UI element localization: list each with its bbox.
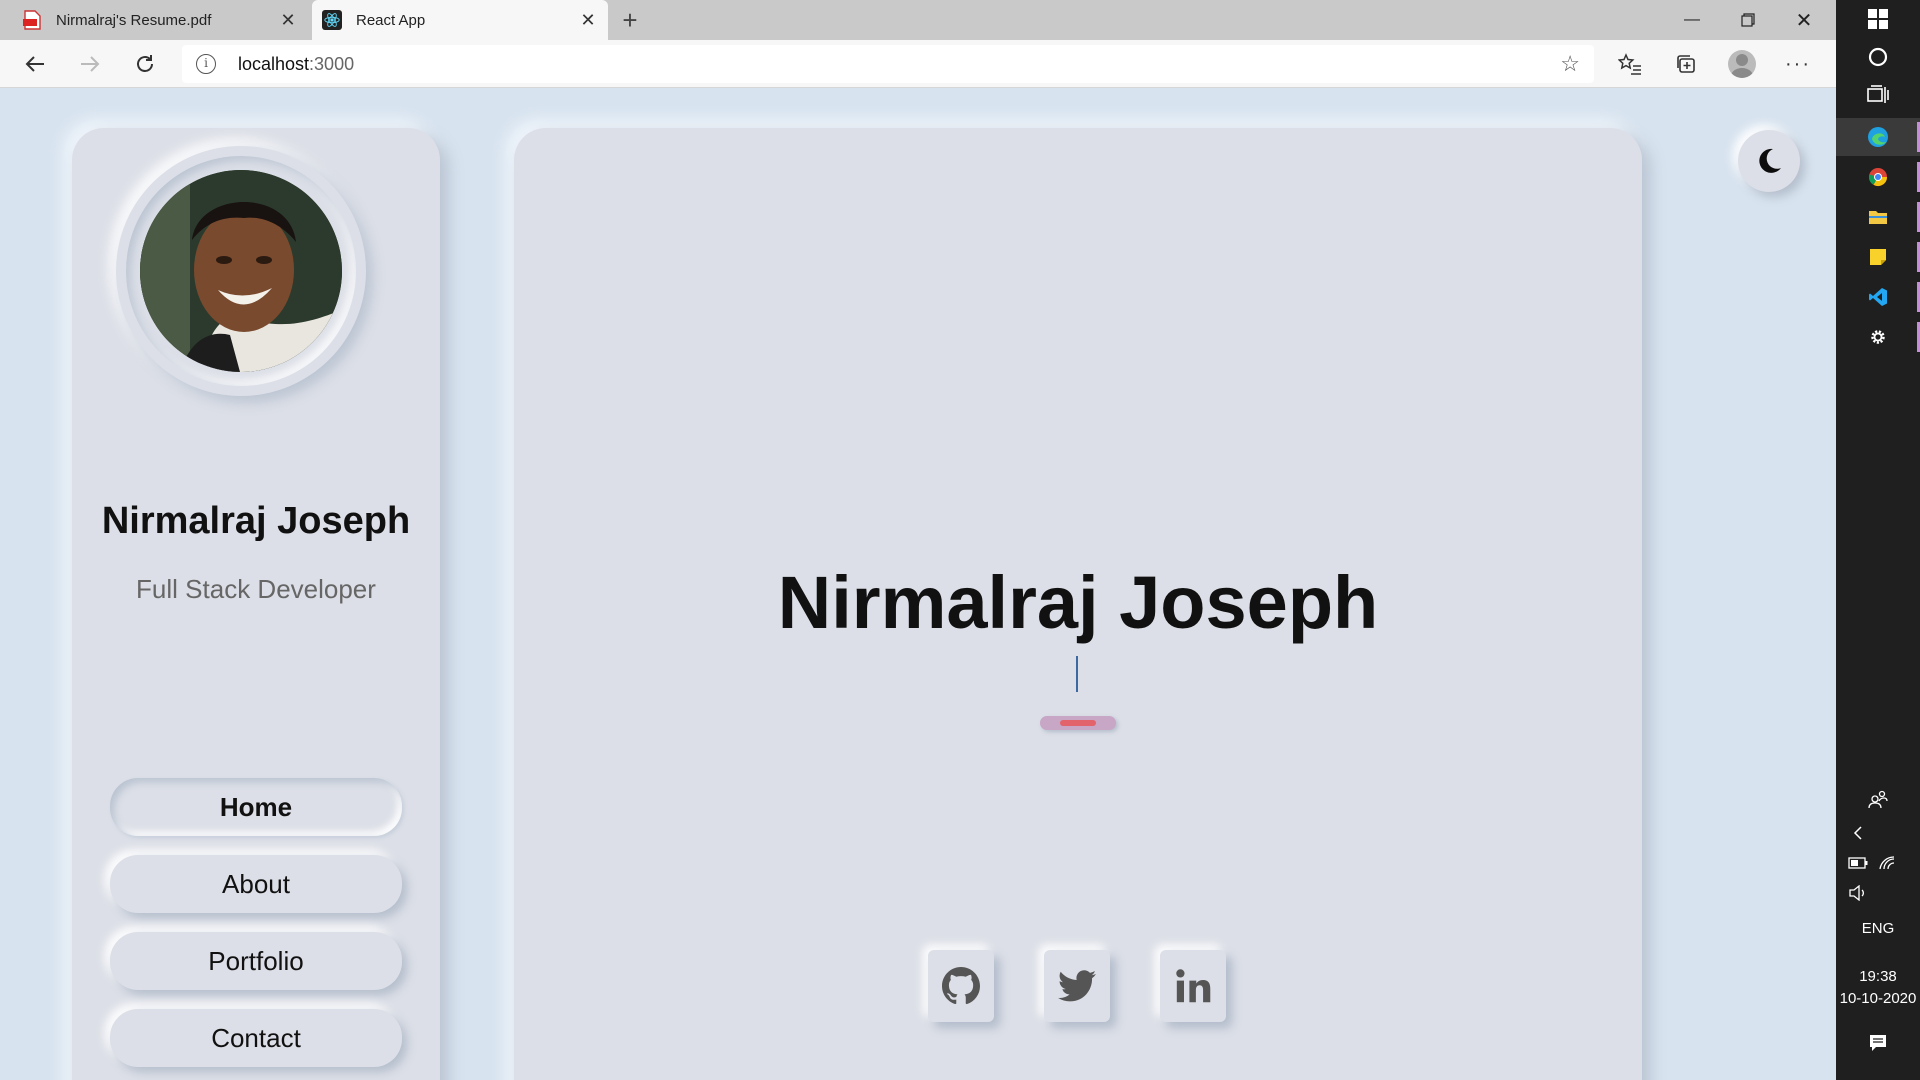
refresh-button[interactable]	[127, 46, 163, 82]
page-viewport: Nirmalraj Joseph Full Stack Developer Ho…	[0, 88, 1836, 1080]
accent-divider	[1040, 716, 1116, 730]
github-link[interactable]	[928, 950, 994, 1022]
forward-arrow-icon	[81, 56, 100, 72]
collections-button[interactable]	[1668, 46, 1704, 82]
twitter-link[interactable]	[1044, 950, 1110, 1022]
edge-icon	[1868, 127, 1888, 147]
nav-portfolio-button[interactable]: Portfolio	[110, 932, 402, 990]
react-icon	[322, 10, 342, 30]
last-name-highlight: Joseph	[277, 500, 411, 542]
taskbar-chrome[interactable]	[1836, 158, 1920, 196]
favorite-star-icon[interactable]: ☆	[1560, 51, 1580, 77]
address-bar[interactable]: i localhost:3000 ☆	[182, 45, 1594, 83]
vscode-icon	[1869, 288, 1887, 306]
windows-logo-icon	[1868, 9, 1888, 29]
tab-title: React App	[356, 11, 426, 29]
profile-button[interactable]	[1724, 46, 1760, 82]
folder-icon	[1869, 211, 1887, 224]
info-icon[interactable]: i	[196, 54, 216, 74]
linkedin-link[interactable]	[1160, 950, 1226, 1022]
typing-caret	[1076, 656, 1078, 692]
people-button[interactable]	[1836, 780, 1920, 818]
favorites-button[interactable]	[1612, 46, 1648, 82]
sticky-notes-icon	[1870, 249, 1886, 265]
collections-icon	[1677, 55, 1695, 73]
notification-icon	[1870, 1035, 1886, 1051]
close-window-button[interactable]: ✕	[1776, 0, 1832, 40]
hero-card: Nirmalraj Joseph	[514, 128, 1642, 1080]
clock-date[interactable]: 10-10-2020	[1836, 990, 1920, 1007]
sidebar: Nirmalraj Joseph Full Stack Developer Ho…	[72, 128, 440, 1080]
taskbar-vscode[interactable]	[1836, 278, 1920, 316]
cortana-circle-icon	[1868, 47, 1888, 67]
new-tab-button[interactable]: +	[614, 4, 646, 36]
speaker-icon	[1849, 885, 1864, 901]
forward-button[interactable]	[72, 46, 108, 82]
profile-photo	[140, 170, 342, 372]
language-indicator[interactable]: ENG	[1836, 920, 1920, 937]
profile-avatar	[1728, 50, 1756, 78]
nav-about-button[interactable]: About	[110, 855, 402, 913]
pdf-icon	[22, 10, 42, 30]
gear-icon	[1871, 330, 1885, 344]
close-icon[interactable]: ✕	[574, 10, 602, 31]
tab-title: Nirmalraj's Resume.pdf	[56, 11, 212, 29]
job-title: Full Stack Developer	[136, 574, 376, 604]
taskbar-edge[interactable]	[1836, 118, 1920, 156]
back-arrow-icon	[25, 56, 44, 72]
nav-contact-button[interactable]: Contact	[110, 1009, 402, 1067]
taskbar-file-explorer[interactable]	[1836, 198, 1920, 236]
minimize-button[interactable]: —	[1664, 0, 1720, 40]
taskbar-settings[interactable]	[1836, 318, 1920, 356]
back-button[interactable]	[17, 46, 53, 82]
windows-taskbar: ENG 19:38 10-10-2020	[1836, 0, 1920, 1080]
search-button[interactable]	[1836, 38, 1920, 76]
profile-photo-frame	[116, 146, 366, 396]
restore-button[interactable]	[1720, 0, 1776, 40]
tab-resume-pdf[interactable]: Nirmalraj's Resume.pdf ✕	[0, 0, 308, 40]
url-host: localhost	[238, 53, 310, 74]
nav-home-button[interactable]: Home	[110, 778, 402, 836]
moon-icon	[1759, 148, 1781, 173]
url-port: :3000	[309, 53, 355, 74]
favorites-list-icon	[1618, 53, 1641, 75]
chrome-icon	[1868, 168, 1887, 187]
profile-photo-inner	[126, 156, 356, 386]
github-icon	[942, 967, 980, 1005]
taskbar-sticky-notes[interactable]	[1836, 238, 1920, 276]
hero-title: Nirmalraj Joseph	[777, 561, 1379, 644]
twitter-icon	[1058, 970, 1096, 1002]
first-name: Nirmalraj	[101, 500, 267, 542]
close-icon[interactable]: ✕	[274, 10, 302, 31]
sidebar-name: Nirmalraj Joseph	[72, 500, 440, 543]
windows-start-button[interactable]	[1836, 0, 1920, 38]
tab-react-app[interactable]: React App ✕	[312, 0, 608, 40]
clock-time[interactable]: 19:38	[1836, 968, 1920, 985]
browser-toolbar: i localhost:3000 ☆ ···	[0, 40, 1836, 88]
browser-tab-bar: Nirmalraj's Resume.pdf ✕ React App ✕ + —…	[0, 0, 1836, 40]
linkedin-icon	[1176, 969, 1211, 1003]
people-icon	[1868, 790, 1888, 809]
settings-more-button[interactable]: ···	[1780, 46, 1816, 82]
volume-button[interactable]	[1816, 874, 1900, 912]
chevron-left-icon	[1853, 826, 1862, 840]
action-center-button[interactable]	[1836, 1024, 1920, 1062]
wifi-icon	[1879, 856, 1895, 870]
refresh-icon	[137, 55, 153, 72]
task-view-button[interactable]	[1836, 76, 1920, 114]
task-view-icon	[1867, 85, 1889, 103]
theme-toggle-button[interactable]	[1738, 130, 1800, 192]
